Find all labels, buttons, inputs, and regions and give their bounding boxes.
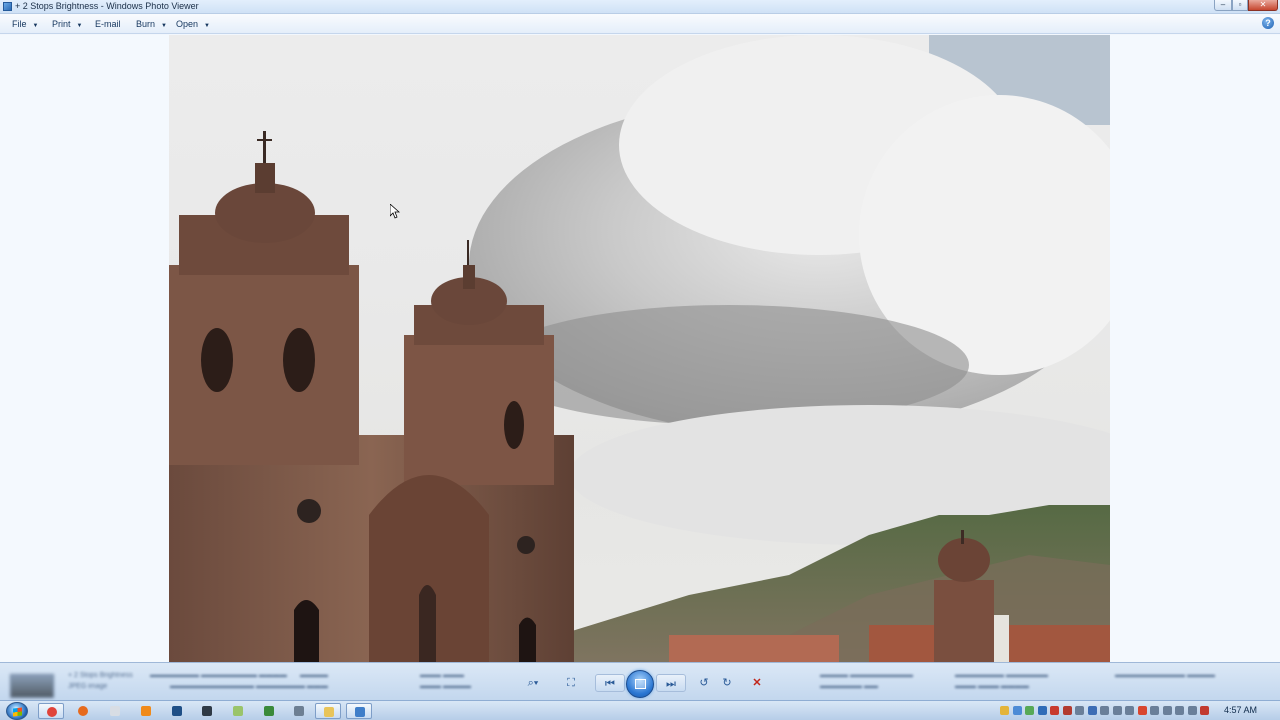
- taskbar-button-app-orange[interactable]: [133, 703, 159, 719]
- minimize-button[interactable]: –: [1214, 0, 1232, 11]
- next-button[interactable]: ⏭: [656, 674, 686, 692]
- chevron-down-icon: ▼: [76, 23, 83, 29]
- windows-logo-icon: [13, 707, 22, 717]
- mouse-cursor-icon: [390, 204, 400, 219]
- magnifier-icon[interactable]: ⌕▾: [522, 674, 544, 692]
- notes-icon: [233, 706, 243, 716]
- info-blurred-8: ▬▬▬▬▬▬▬ ▬▬▬▬▬▬: [955, 672, 1048, 679]
- taskbar-button-calculator[interactable]: [286, 703, 312, 719]
- photo-illustration: [169, 35, 1110, 662]
- info-blurred-7: ▬▬▬▬▬▬ ▬▬: [820, 683, 878, 690]
- taskbar-button-photo-viewer[interactable]: [346, 703, 372, 719]
- help-icon[interactable]: ?: [1262, 17, 1274, 29]
- tray-icon[interactable]: [1125, 706, 1134, 715]
- menu-file[interactable]: File ▼: [12, 19, 38, 29]
- menu-bar: File ▼ Print ▼ E-mail Burn ▼ Open ▼ ?: [0, 14, 1280, 34]
- chevron-down-icon: ▼: [204, 23, 210, 29]
- tray-icon[interactable]: [1000, 706, 1009, 715]
- folder-icon: [324, 707, 334, 717]
- photo-viewer-icon: [355, 707, 365, 717]
- rotate-counterclockwise-icon[interactable]: ↺: [693, 674, 715, 692]
- tray-icon[interactable]: [1100, 706, 1109, 715]
- info-blurred-1: ▬▬▬▬▬▬▬ ▬▬▬▬▬▬▬▬ ▬▬▬▬: [150, 672, 287, 679]
- play-slideshow-icon: [635, 679, 646, 689]
- tray-icon[interactable]: [1087, 706, 1097, 715]
- terminal-icon: [202, 706, 212, 716]
- tray-icon[interactable]: [1150, 706, 1159, 715]
- next-icon: ⏭: [666, 678, 676, 690]
- maximize-button[interactable]: ▫: [1232, 0, 1248, 11]
- menu-print[interactable]: Print ▼: [52, 19, 82, 29]
- play-slideshow-button[interactable]: [626, 670, 654, 698]
- photoshop-icon: [172, 706, 182, 716]
- chevron-down-icon: ▼: [161, 23, 167, 29]
- explorer-blank-icon: [110, 706, 120, 716]
- green-app-icon: [264, 706, 274, 716]
- taskbar-button-firefox[interactable]: [70, 703, 96, 719]
- menu-print-label: Print: [52, 19, 71, 29]
- previous-button[interactable]: ⏮: [595, 674, 625, 692]
- tray-icon[interactable]: [1112, 706, 1122, 715]
- taskbar-clock[interactable]: 4:57 AM: [1224, 705, 1257, 715]
- rotate-clockwise-icon[interactable]: ↻: [716, 674, 738, 692]
- tray-icon[interactable]: [1175, 706, 1184, 715]
- delete-icon[interactable]: ✕: [746, 674, 768, 692]
- app-orange-icon: [141, 706, 151, 716]
- info-blurred-10: ▬▬▬▬▬▬▬▬▬▬ ▬▬▬▬: [1115, 672, 1215, 679]
- menu-burn-label: Burn: [136, 19, 156, 29]
- info-type: JPEG image: [68, 683, 108, 690]
- info-blurred-9: ▬▬▬ ▬▬▬ ▬▬▬▬: [955, 683, 1029, 690]
- tray-icon[interactable]: [1187, 706, 1197, 715]
- window-controls: – ▫ ✕: [1214, 0, 1278, 12]
- thumbnail-image: [10, 674, 54, 698]
- taskbar-button-explorer-blank[interactable]: [102, 703, 128, 719]
- info-blurred-2: ▬▬▬▬▬▬▬▬▬▬▬▬ ▬▬▬▬▬▬▬ ▬▬▬: [170, 683, 328, 690]
- close-button[interactable]: ✕: [1248, 0, 1278, 11]
- taskbar-button-photoshop[interactable]: [164, 703, 190, 719]
- tray-icon[interactable]: [1075, 706, 1084, 715]
- info-blurred-3: ▬▬▬▬: [300, 672, 328, 679]
- taskbar-button-folder[interactable]: [315, 703, 341, 719]
- calculator-icon: [294, 706, 304, 716]
- tray-icon[interactable]: [1025, 706, 1034, 715]
- taskbar-button-chrome[interactable]: [38, 703, 64, 719]
- chrome-icon: [47, 707, 57, 717]
- tray-icon[interactable]: [1050, 706, 1059, 715]
- taskbar-button-terminal[interactable]: [194, 703, 220, 719]
- tray-icon[interactable]: [1037, 706, 1047, 715]
- info-blurred-4: ▬▬▬ ▬▬▬: [420, 672, 464, 679]
- menu-email-label: E-mail: [95, 19, 121, 29]
- photo-image[interactable]: [169, 35, 1110, 662]
- tray-icon[interactable]: [1200, 706, 1209, 715]
- window-title: + 2 Stops Brightness - Windows Photo Vie…: [15, 1, 199, 11]
- photo-viewer-app-icon[interactable]: [3, 2, 12, 11]
- info-blurred-6: ▬▬▬▬ ▬▬▬▬▬▬▬▬▬: [820, 672, 913, 679]
- start-button[interactable]: [6, 702, 28, 720]
- menu-burn[interactable]: Burn ▼: [136, 19, 167, 29]
- firefox-icon: [78, 706, 88, 716]
- system-tray: [1000, 702, 1220, 718]
- taskbar-button-green-app[interactable]: [256, 703, 282, 719]
- chevron-down-icon: ▼: [32, 23, 39, 29]
- menu-open[interactable]: Open ▼: [176, 19, 210, 29]
- info-filename: + 2 Stops Brightness: [68, 672, 133, 679]
- tray-icon[interactable]: [1012, 706, 1022, 715]
- info-blurred-5: ▬▬▬ ▬▬▬▬: [420, 683, 471, 690]
- taskbar-button-notes[interactable]: [225, 703, 251, 719]
- title-bar: + 2 Stops Brightness - Windows Photo Vie…: [0, 0, 1280, 14]
- fit-window-icon[interactable]: ⛶: [560, 674, 582, 692]
- previous-icon: ⏮: [605, 678, 615, 690]
- tray-icon[interactable]: [1137, 706, 1147, 715]
- menu-file-label: File: [12, 19, 27, 29]
- tray-icon[interactable]: [1062, 706, 1072, 715]
- tray-icon[interactable]: [1162, 706, 1172, 715]
- menu-open-label: Open: [176, 19, 199, 29]
- menu-email[interactable]: E-mail: [95, 19, 121, 29]
